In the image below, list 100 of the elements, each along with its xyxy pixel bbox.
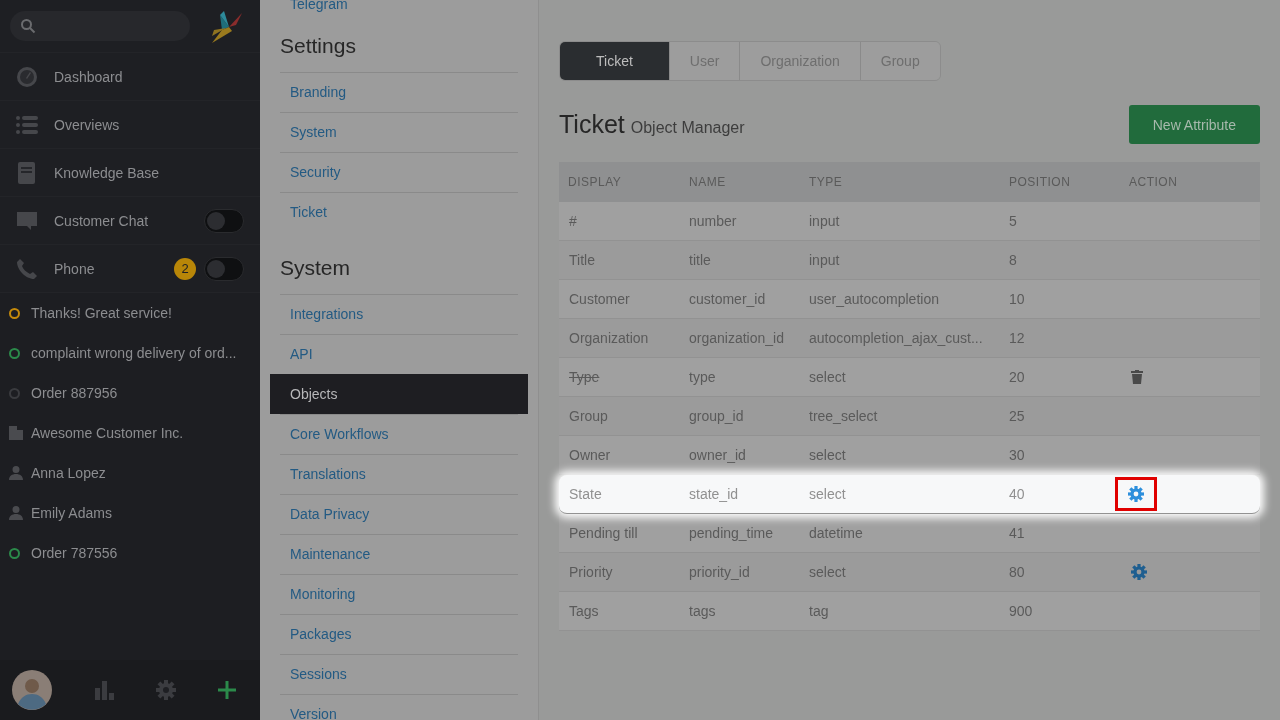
bar-chart-icon[interactable] (94, 680, 114, 700)
menu-item[interactable]: Data Privacy (280, 494, 518, 534)
menu-item[interactable]: Maintenance (280, 534, 518, 574)
menu-item[interactable]: Objects (270, 374, 528, 414)
table-cell-text: 900 (1008, 603, 1034, 619)
trash-icon[interactable] (1131, 370, 1143, 384)
new-attribute-button[interactable]: New Attribute (1128, 105, 1260, 144)
table-cell-text: 8 (1008, 252, 1018, 268)
recent-label: Anna Lopez (31, 465, 106, 481)
table-cell-text: group_id (688, 408, 745, 424)
table-cell-text: # (568, 213, 578, 229)
table-cell-text: Organization (568, 330, 650, 346)
table-cell-text: datetime (808, 525, 864, 541)
plus-icon[interactable] (218, 681, 236, 699)
avatar[interactable] (12, 670, 52, 710)
table-cell-text: 5 (1008, 213, 1018, 229)
toggle-switch[interactable] (204, 256, 244, 281)
nav-item[interactable]: Knowledge Base (0, 149, 260, 197)
nav-label: Customer Chat (54, 212, 150, 229)
table-cell-text: Tags (568, 603, 600, 619)
menu-item[interactable]: Core Workflows (280, 414, 518, 454)
search-field[interactable] (10, 11, 190, 41)
recent-label: Order 787556 (31, 545, 118, 561)
recent-item[interactable]: Awesome Customer Inc. (0, 413, 260, 453)
recent-item[interactable]: complaint wrong delivery of ord... (0, 333, 260, 373)
table-row[interactable]: State state_id select 40 (559, 475, 1260, 514)
table-cell-text: 40 (1008, 486, 1026, 502)
table-cell-text: Group (568, 408, 609, 424)
recent-label: Emily Adams (31, 505, 112, 521)
table-cell-text: tree_select (808, 408, 879, 424)
recent-label: complaint wrong delivery of ord... (31, 345, 237, 361)
table-cell-text: priority_id (688, 564, 751, 580)
table-cell-text: select (808, 447, 847, 463)
menu-item[interactable]: Branding (280, 72, 518, 112)
menu-item[interactable]: Ticket (280, 192, 518, 232)
table-cell-text: 25 (1008, 408, 1026, 424)
table-cell-text: 10 (1008, 291, 1026, 307)
menu-item[interactable]: Version (280, 694, 518, 720)
recent-label: Order 887956 (31, 385, 118, 401)
table-cell-text: organization_id (688, 330, 785, 346)
page-subtitle: Object Manager (630, 119, 745, 136)
settings-icon[interactable] (1131, 564, 1147, 580)
nav-label: Phone (54, 260, 96, 277)
table-cell-text: Customer (568, 291, 631, 307)
recent-item[interactable]: Order 887956 (0, 373, 260, 413)
nav-label: Knowledge Base (54, 164, 161, 181)
table-cell-text: title (688, 252, 712, 268)
menu-item[interactable]: Sessions (280, 654, 518, 694)
menu-item[interactable]: System (280, 112, 518, 152)
menu-item[interactable]: Monitoring (280, 574, 518, 614)
table-cell-text: Pending till (568, 525, 639, 541)
table-cell-text: user_autocompletion (808, 291, 940, 307)
table-cell-text: Owner (568, 447, 612, 463)
table-cell-text: select (808, 369, 847, 385)
table-row[interactable]: Pending till pending_time datetime 41 (559, 514, 1260, 553)
settings-icon[interactable] (1115, 477, 1157, 511)
menu-item[interactable]: Integrations (280, 294, 518, 334)
table-cell-text: state_id (688, 486, 740, 502)
tab[interactable]: Ticket (560, 42, 669, 80)
recent-item[interactable]: Anna Lopez (0, 453, 260, 493)
book-icon (16, 161, 38, 184)
menu-heading: Settings (279, 33, 357, 59)
menu-item[interactable]: Translations (280, 454, 518, 494)
recent-item[interactable]: Order 787556 (0, 533, 260, 573)
table-row[interactable]: Customer customer_id user_autocompletion 10 (559, 280, 1260, 319)
table-row[interactable]: Tags tags tag 900 (559, 592, 1260, 631)
table-row[interactable]: # number input 5 (559, 202, 1260, 241)
table-cell-text: 30 (1008, 447, 1026, 463)
nav-item[interactable]: Overviews (0, 101, 260, 149)
person-icon (9, 466, 23, 480)
table-cell-text: input (808, 213, 841, 229)
nav-label: Dashboard (54, 68, 124, 85)
table-cell-text: select (808, 564, 847, 580)
table-cell-text: 80 (1008, 564, 1026, 580)
table-cell-text: select (808, 486, 847, 502)
table-cell-text: autocompletion_ajax_cust... (808, 330, 984, 346)
table-cell-text: tags (688, 603, 717, 619)
table-cell-text: tag (808, 603, 830, 619)
menu-item[interactable]: Security (280, 152, 518, 192)
recent-label: Thanks! Great service! (31, 305, 172, 321)
nav-item[interactable]: Dashboard (0, 53, 260, 101)
recent-item[interactable]: Thanks! Great service! (0, 293, 260, 333)
person-icon (9, 506, 23, 520)
recent-item[interactable]: Emily Adams (0, 493, 260, 533)
table-row[interactable]: Owner owner_id select 30 (559, 436, 1260, 475)
toggle-switch[interactable] (204, 208, 244, 233)
nav-item[interactable]: Customer Chat (0, 197, 260, 245)
table-cell-text: type (688, 369, 717, 385)
table-cell-text: owner_id (688, 447, 747, 463)
table-cell-text: pending_time (688, 525, 775, 541)
table-cell-text: input (808, 252, 841, 268)
table-cell-text: number (688, 213, 738, 229)
page-title: Ticket (559, 110, 625, 138)
table-cell-text: State (568, 486, 603, 502)
table-cell-text: 12 (1008, 330, 1026, 346)
table-cell-text: Type (568, 369, 601, 385)
menu-item[interactable]: Packages (280, 614, 518, 654)
search-icon (20, 18, 36, 34)
table-cell-text: 20 (1008, 369, 1026, 385)
table-row[interactable]: Type type select 20 (559, 358, 1260, 397)
